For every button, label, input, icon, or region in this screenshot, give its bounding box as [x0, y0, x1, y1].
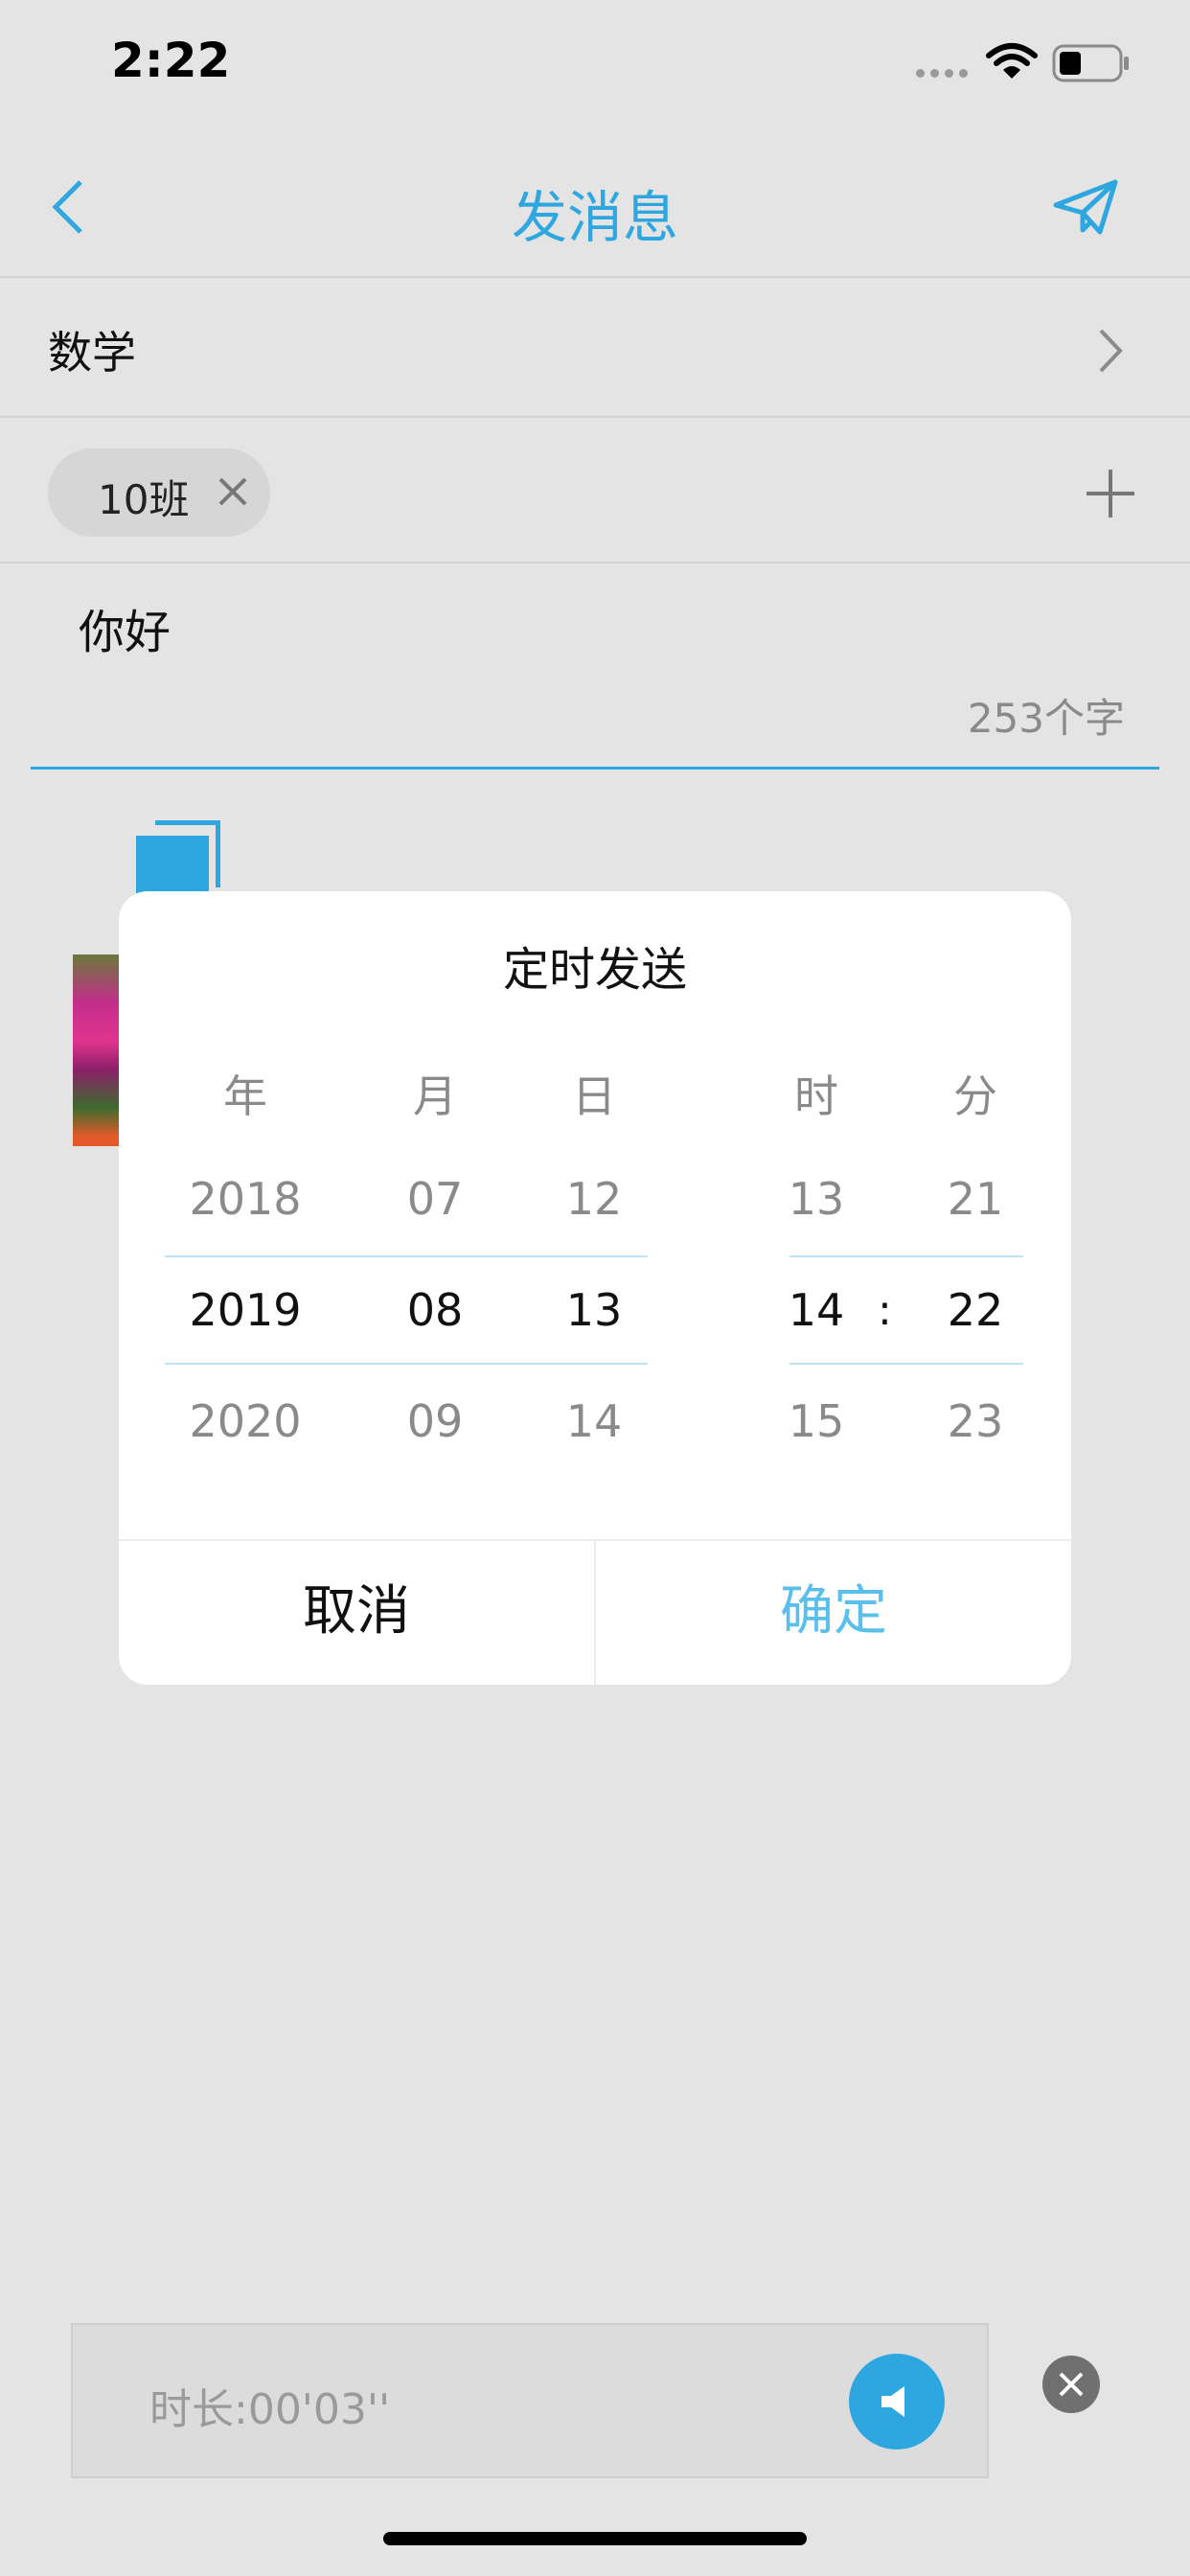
minute-header: 分: [953, 1070, 997, 1122]
date-selection-line-bottom: [165, 1363, 648, 1365]
cellular-signal-icon: [916, 69, 968, 78]
close-icon: [217, 477, 249, 512]
divider: [0, 562, 1190, 564]
photo-thumbnail[interactable]: [73, 954, 125, 1146]
audio-play-button[interactable]: [849, 2354, 945, 2450]
date-selection-line-top: [165, 1255, 648, 1257]
year-option[interactable]: 2018: [169, 1173, 322, 1225]
message-underline: [31, 767, 1159, 770]
minute-selected[interactable]: 22: [899, 1284, 1052, 1336]
audio-duration: 时长:00'03'': [149, 2385, 391, 2434]
hour-option[interactable]: 15: [740, 1395, 893, 1447]
plus-icon: [1083, 470, 1138, 525]
page-title: 发消息: [511, 185, 678, 250]
hour-selected[interactable]: 14: [740, 1284, 893, 1336]
remove-audio-button[interactable]: [1042, 2356, 1100, 2413]
send-button[interactable]: [1052, 178, 1119, 240]
time-selection-line-bottom: [790, 1363, 1023, 1365]
time-selection-line-top: [790, 1255, 1023, 1257]
month-option[interactable]: 07: [358, 1173, 512, 1225]
day-option[interactable]: 14: [517, 1395, 671, 1447]
subject-label[interactable]: 数学: [48, 318, 136, 381]
month-header: 月: [413, 1070, 457, 1122]
status-time: 2:22: [111, 33, 231, 88]
dialog-title: 定时发送: [502, 943, 687, 997]
hour-option[interactable]: 13: [740, 1173, 893, 1225]
paper-plane-icon: [1052, 179, 1119, 240]
day-selected[interactable]: 13: [517, 1284, 671, 1336]
minute-option[interactable]: 21: [899, 1173, 1052, 1225]
char-count: 253个字: [967, 695, 1125, 742]
hour-header: 时: [794, 1070, 838, 1122]
year-header: 年: [223, 1070, 267, 1122]
add-recipient-button[interactable]: [1083, 466, 1138, 525]
month-selected[interactable]: 08: [358, 1284, 512, 1336]
image-gallery-icon[interactable]: [134, 819, 221, 901]
year-option[interactable]: 2020: [169, 1395, 322, 1447]
wifi-icon: [985, 42, 1039, 84]
minute-option[interactable]: 23: [899, 1395, 1052, 1447]
time-separator: :: [878, 1286, 892, 1335]
cancel-button[interactable]: 取消: [119, 1539, 594, 1685]
battery-icon: [1052, 44, 1131, 86]
year-selected[interactable]: 2019: [169, 1284, 322, 1336]
remove-recipient-button[interactable]: [217, 475, 249, 512]
day-option[interactable]: 12: [517, 1173, 671, 1225]
divider: [0, 276, 1190, 278]
confirm-button[interactable]: 确定: [596, 1539, 1071, 1685]
divider: [0, 416, 1190, 418]
recipient-chip-label: 10班: [98, 476, 190, 523]
chevron-right-icon[interactable]: [1098, 328, 1123, 378]
month-option[interactable]: 09: [358, 1395, 512, 1447]
message-input[interactable]: 你好: [79, 594, 171, 661]
day-header: 日: [572, 1070, 616, 1122]
home-indicator: [383, 2532, 807, 2545]
close-icon: [1058, 2371, 1085, 2402]
speaker-icon: [880, 2386, 914, 2421]
